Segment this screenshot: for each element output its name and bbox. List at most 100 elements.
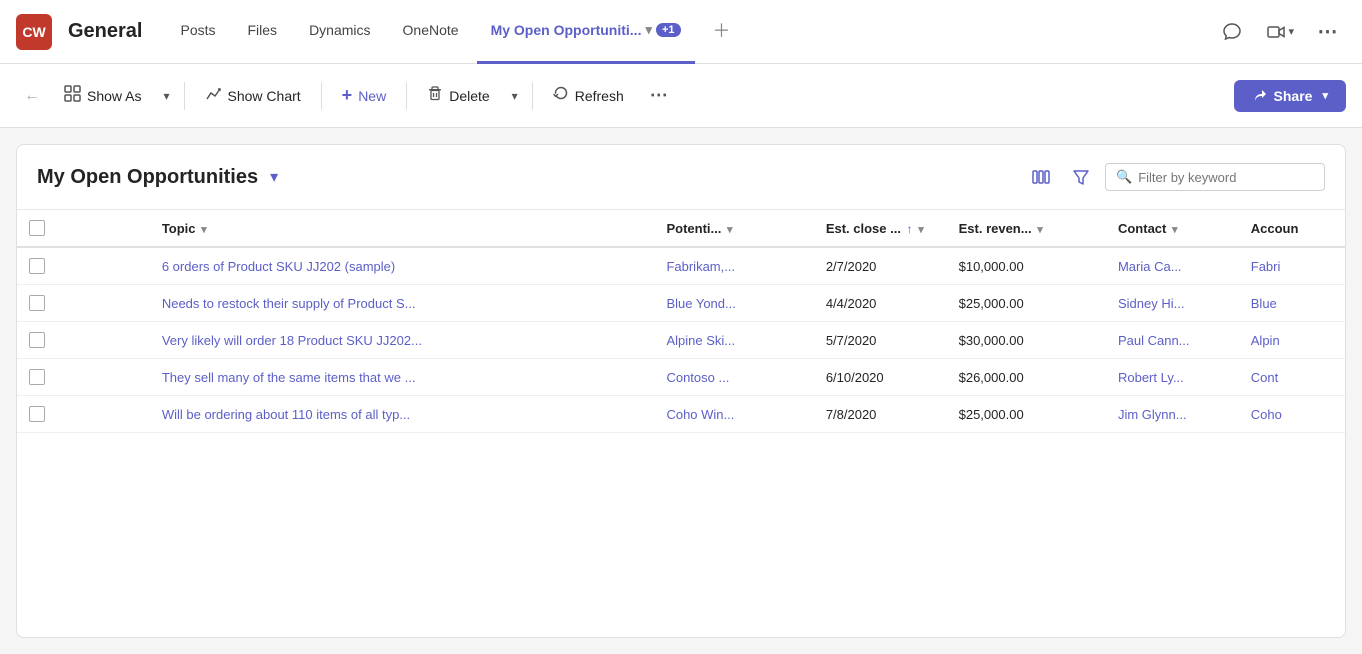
top-nav: CW General Posts Files Dynamics OneNote … bbox=[0, 0, 1362, 64]
back-arrow-icon: ← bbox=[24, 87, 40, 105]
row-checkbox-cell bbox=[17, 396, 150, 433]
divider-2 bbox=[321, 82, 322, 110]
row-topic: Very likely will order 18 Product SKU JJ… bbox=[150, 322, 655, 359]
filter-icon bbox=[1071, 167, 1091, 187]
row-revenue: $26,000.00 bbox=[947, 359, 1106, 396]
divider-4 bbox=[532, 82, 533, 110]
row-close: 4/4/2020 bbox=[814, 285, 947, 322]
col-header-topic[interactable]: Topic ▾ bbox=[150, 210, 655, 247]
row-checkbox-cell bbox=[17, 359, 150, 396]
card-title: My Open Opportunities bbox=[37, 166, 258, 189]
table-row: Will be ordering about 110 items of all … bbox=[17, 396, 1345, 433]
share-icon bbox=[1252, 88, 1268, 104]
account-link[interactable]: Blue bbox=[1251, 296, 1277, 311]
row-revenue: $30,000.00 bbox=[947, 322, 1106, 359]
column-settings-button[interactable] bbox=[1025, 161, 1057, 193]
row-contact: Paul Cann... bbox=[1106, 322, 1239, 359]
tab-badge: +1 bbox=[656, 23, 681, 37]
tab-posts[interactable]: Posts bbox=[166, 0, 229, 64]
delete-chevron-button[interactable]: ▾ bbox=[506, 83, 524, 109]
delete-label: Delete bbox=[449, 88, 489, 104]
topic-link[interactable]: 6 orders of Product SKU JJ202 (sample) bbox=[162, 259, 395, 274]
col-header-potential[interactable]: Potenti... ▾ bbox=[654, 210, 813, 247]
show-chart-button[interactable]: Show Chart bbox=[193, 79, 313, 113]
account-link[interactable]: Cont bbox=[1251, 370, 1278, 385]
topic-link[interactable]: Needs to restock their supply of Product… bbox=[162, 296, 416, 311]
more-button[interactable]: ⋯ bbox=[640, 79, 678, 112]
video-icon bbox=[1266, 22, 1286, 42]
select-all-col bbox=[17, 210, 150, 247]
contact-link[interactable]: Paul Cann... bbox=[1118, 333, 1190, 348]
title-chevron-icon[interactable]: ▾ bbox=[270, 167, 278, 187]
topic-link[interactable]: Very likely will order 18 Product SKU JJ… bbox=[162, 333, 422, 348]
account-link[interactable]: Alpin bbox=[1251, 333, 1280, 348]
contact-link[interactable]: Sidney Hi... bbox=[1118, 296, 1184, 311]
topic-link[interactable]: Will be ordering about 110 items of all … bbox=[162, 407, 410, 422]
add-tab-button[interactable]: ＋ bbox=[699, 0, 745, 64]
contact-link[interactable]: Jim Glynn... bbox=[1118, 407, 1187, 422]
tab-onenote[interactable]: OneNote bbox=[389, 0, 473, 64]
more-icon: ⋯ bbox=[650, 85, 668, 106]
row-checkbox[interactable] bbox=[29, 332, 45, 348]
share-button[interactable]: Share ▾ bbox=[1234, 80, 1346, 112]
row-account: Blue bbox=[1239, 285, 1345, 322]
row-checkbox[interactable] bbox=[29, 369, 45, 385]
topic-link[interactable]: They sell many of the same items that we… bbox=[162, 370, 416, 385]
row-topic: 6 orders of Product SKU JJ202 (sample) bbox=[150, 248, 655, 285]
account-link[interactable]: Coho bbox=[1251, 407, 1282, 422]
row-topic: Needs to restock their supply of Product… bbox=[150, 285, 655, 322]
row-topic: Will be ordering about 110 items of all … bbox=[150, 396, 655, 433]
row-checkbox[interactable] bbox=[29, 406, 45, 422]
chat-icon-button[interactable] bbox=[1214, 14, 1250, 50]
contact-link[interactable]: Robert Ly... bbox=[1118, 370, 1184, 385]
row-potential: Alpine Ski... bbox=[654, 322, 813, 359]
card-header-actions: 🔍 bbox=[1025, 161, 1325, 193]
toolbar-right: Share ▾ bbox=[1234, 80, 1346, 112]
content-card: My Open Opportunities ▾ 🔍 bbox=[16, 144, 1346, 638]
contact-link[interactable]: Maria Ca... bbox=[1118, 259, 1182, 274]
back-button[interactable]: ← bbox=[16, 80, 48, 112]
tab-opportunities-label: My Open Opportuniti... bbox=[491, 22, 642, 38]
share-chevron-icon: ▾ bbox=[1322, 89, 1328, 102]
row-revenue: $25,000.00 bbox=[947, 396, 1106, 433]
potential-link[interactable]: Fabrikam,... bbox=[666, 259, 735, 274]
row-contact: Maria Ca... bbox=[1106, 248, 1239, 285]
new-button[interactable]: + New bbox=[330, 79, 399, 112]
col-header-account: Accoun bbox=[1239, 210, 1345, 247]
nav-right: ▾ ⋯ bbox=[1214, 14, 1346, 50]
account-link[interactable]: Fabri bbox=[1251, 259, 1281, 274]
col-header-revenue[interactable]: Est. reven... ▾ bbox=[947, 210, 1106, 247]
delete-icon bbox=[427, 85, 443, 106]
row-checkbox[interactable] bbox=[29, 258, 45, 274]
row-close: 7/8/2020 bbox=[814, 396, 947, 433]
tab-files[interactable]: Files bbox=[234, 0, 292, 64]
potential-link[interactable]: Alpine Ski... bbox=[666, 333, 735, 348]
filter-button[interactable] bbox=[1065, 161, 1097, 193]
row-contact: Robert Ly... bbox=[1106, 359, 1239, 396]
table-row: Very likely will order 18 Product SKU JJ… bbox=[17, 322, 1345, 359]
refresh-button[interactable]: Refresh bbox=[541, 79, 636, 112]
show-as-chevron-button[interactable]: ▾ bbox=[157, 83, 175, 109]
delete-button[interactable]: Delete bbox=[415, 79, 501, 112]
chevron-down-icon: ▾ bbox=[645, 22, 652, 38]
potential-link[interactable]: Blue Yond... bbox=[666, 296, 735, 311]
row-potential: Contoso ... bbox=[654, 359, 813, 396]
potential-link[interactable]: Contoso ... bbox=[666, 370, 729, 385]
video-call-button[interactable]: ▾ bbox=[1258, 14, 1302, 50]
row-checkbox-cell bbox=[17, 248, 150, 285]
row-contact: Jim Glynn... bbox=[1106, 396, 1239, 433]
col-header-close[interactable]: Est. close ... ↑ ▾ bbox=[814, 210, 947, 247]
potential-link[interactable]: Coho Win... bbox=[666, 407, 734, 422]
table-container: Topic ▾ Potenti... ▾ Est. close ... ↑ ▾ bbox=[17, 210, 1345, 433]
keyword-filter-input[interactable] bbox=[1138, 170, 1314, 185]
row-checkbox[interactable] bbox=[29, 295, 45, 311]
tab-opportunities[interactable]: My Open Opportuniti... ▾ +1 bbox=[477, 0, 695, 64]
tab-dynamics[interactable]: Dynamics bbox=[295, 0, 384, 64]
more-options-button[interactable]: ⋯ bbox=[1310, 14, 1346, 50]
col-header-contact[interactable]: Contact ▾ bbox=[1106, 210, 1239, 247]
select-all-checkbox[interactable] bbox=[29, 220, 45, 236]
filter-search: 🔍 bbox=[1105, 163, 1325, 191]
show-as-button[interactable]: Show As bbox=[52, 79, 153, 113]
row-close: 2/7/2020 bbox=[814, 248, 947, 285]
card-header: My Open Opportunities ▾ 🔍 bbox=[17, 145, 1345, 210]
